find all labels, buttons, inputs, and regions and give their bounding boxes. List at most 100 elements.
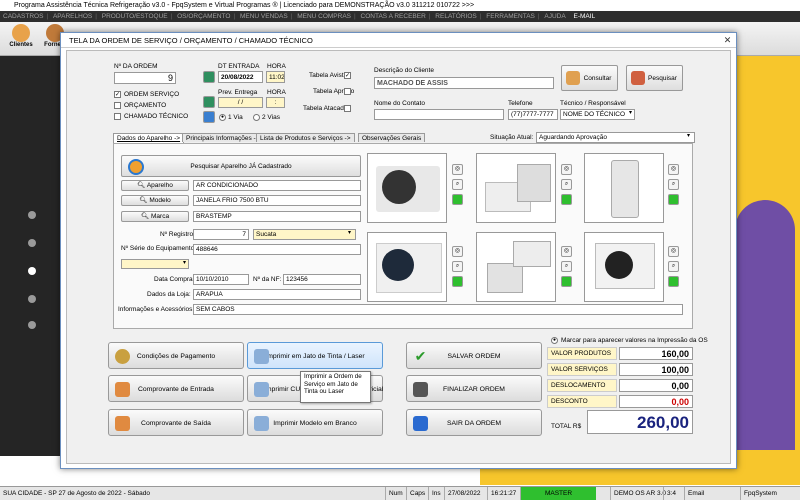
print-inkjet-button[interactable]: Imprimir em Jato de Tinta / Laser [247,342,383,369]
menu-email[interactable]: E-MAIL [571,11,599,22]
slide-dot[interactable] [28,211,36,219]
zoom-icon[interactable]: ⌕ [561,261,572,272]
modelo-button[interactable]: 🔍︎ Modelo [121,195,189,206]
search-device-button[interactable]: Pesquisar Aparelho JÁ Cadastrado [121,155,361,177]
chevron-down-icon[interactable]: ▾ [687,132,690,139]
loja-field[interactable]: ARAPUA [193,289,361,300]
tab-principais[interactable]: Principais Informações -> [182,133,264,142]
tab-dados-aparelho[interactable]: Dados do Aparelho -> [113,133,185,143]
chamado-checkbox[interactable] [114,113,121,120]
prev-hour-field[interactable]: : [266,97,285,108]
finalizar-ordem-button[interactable]: FINALIZAR ORDEM [406,375,542,402]
chevron-down-icon[interactable]: ▾ [629,109,632,116]
print-values-radio[interactable]: ● [551,337,558,344]
contact-field[interactable] [374,109,504,120]
via2-radio[interactable] [253,114,260,121]
close-icon[interactable]: ✕ [721,34,734,46]
add-icon[interactable] [668,194,679,205]
zoom-icon[interactable]: ⌕ [668,261,679,272]
tabela-atacado-checkbox[interactable] [344,105,351,112]
tab-observacoes[interactable]: Observações Gerais [358,133,426,142]
menu-cadastros[interactable]: CADASTROS [0,11,46,22]
marca-field[interactable]: BRASTEMP [193,211,361,222]
device-photo[interactable] [584,232,664,302]
camera-icon[interactable]: ◎ [668,164,679,175]
slide-dot-active[interactable] [28,267,36,275]
menu-os[interactable]: OS/ORÇAMENTO [174,11,233,22]
print-blank-button[interactable]: Imprimir Modelo em Branco [247,409,383,436]
printer-icon[interactable] [203,111,215,123]
chevron-down-icon[interactable]: ▾ [348,229,351,236]
menu-relatorios[interactable]: RELATÓRIOS [432,11,479,22]
add-icon[interactable] [561,276,572,287]
registro-status-select[interactable]: Sucata [253,229,356,240]
compra-field[interactable]: 10/10/2010 [193,274,249,285]
zoom-icon[interactable]: ⌕ [452,261,463,272]
extra-select[interactable] [121,259,189,269]
tabela-aprazo-checkbox[interactable] [344,88,351,95]
zoom-icon[interactable]: ⌕ [668,179,679,190]
device-photo[interactable] [367,232,447,302]
device-photo[interactable] [367,153,447,223]
device-photo[interactable] [476,232,556,302]
modelo-field[interactable]: JANELA FRIO 7500 BTU [193,195,361,206]
phone-field[interactable]: (77)7777-7777 [508,109,558,120]
tech-select[interactable]: NOME DO TÉCNICO [560,109,635,120]
order-number-field[interactable]: 9 [114,72,176,84]
marca-button[interactable]: 🔍︎ Marca [121,211,189,222]
serie-field[interactable]: 488646 [193,244,361,255]
salvar-ordem-button[interactable]: ✔ SALVAR ORDEM [406,342,542,369]
prev-delivery-field[interactable]: / / [218,97,263,108]
nf-field[interactable]: 123456 [283,274,361,285]
menu-vendas[interactable]: MENU VENDAS [237,11,291,22]
tab-produtos[interactable]: Lista de Produtos e Serviços -> [256,133,355,142]
camera-icon[interactable]: ◎ [561,164,572,175]
menu-compras[interactable]: MENU COMPRAS [294,11,354,22]
condicoes-pagamento-button[interactable]: Condições de Pagamento [108,342,244,369]
zoom-icon[interactable]: ⌕ [452,179,463,190]
device-photo[interactable] [584,153,664,223]
menu-aparelhos[interactable]: APARELHOS [50,11,95,22]
add-icon[interactable] [452,276,463,287]
aparelho-field[interactable]: AR CONDICIONADO [193,180,361,191]
client-desc-field[interactable]: MACHADO DE ASSIS [374,77,554,89]
situation-select[interactable]: Aguardando Aprovação [536,132,695,143]
slide-dot[interactable] [28,295,36,303]
status-email[interactable]: Email [684,487,707,500]
menu-ajuda[interactable]: AJUDA [541,11,568,22]
entry-date-field[interactable]: 20/08/2022 [218,71,263,83]
valor-servicos-field[interactable]: 100,00 [619,363,693,376]
orcamento-checkbox[interactable] [114,102,121,109]
consultar-button[interactable]: Consultar [561,65,618,91]
add-icon[interactable] [452,194,463,205]
aparelho-button[interactable]: 🔍︎ Aparelho [121,180,189,191]
valor-produtos-field[interactable]: 160,00 [619,347,693,360]
menu-receber[interactable]: CONTAS A RECEBER [358,11,429,22]
camera-icon[interactable]: ◎ [561,246,572,257]
camera-icon[interactable]: ◎ [452,164,463,175]
registro-field[interactable]: 7 [193,229,249,240]
chevron-down-icon[interactable]: ▾ [183,259,186,266]
entry-hour-field[interactable]: 11:02 [266,71,285,83]
add-icon[interactable] [561,194,572,205]
calendar-icon[interactable] [203,71,215,83]
acessorios-field[interactable]: SEM CABOS [193,304,683,315]
slide-dot[interactable] [28,239,36,247]
sair-ordem-button[interactable]: SAIR DA ORDEM [406,409,542,436]
via1-radio[interactable]: ● [219,114,226,121]
desconto-field[interactable]: 0,00 [619,395,693,408]
deslocamento-field[interactable]: 0,00 [619,379,693,392]
device-photo[interactable] [476,153,556,223]
menu-ferramentas[interactable]: FERRAMENTAS [483,11,538,22]
slide-dot[interactable] [28,321,36,329]
tabela-avista-checkbox[interactable]: ✓ [344,72,351,79]
toolbar-clientes-button[interactable]: Clientes [6,24,36,54]
comprovante-saida-button[interactable]: Comprovante de Saída [108,409,244,436]
camera-icon[interactable]: ◎ [452,246,463,257]
add-icon[interactable] [668,276,679,287]
ordem-servico-checkbox[interactable]: ✓ [114,91,121,98]
comprovante-entrada-button[interactable]: Comprovante de Entrada [108,375,244,402]
menu-produto[interactable]: PRODUTO/ESTOQUE [99,11,171,22]
zoom-icon[interactable]: ⌕ [561,179,572,190]
camera-icon[interactable]: ◎ [668,246,679,257]
